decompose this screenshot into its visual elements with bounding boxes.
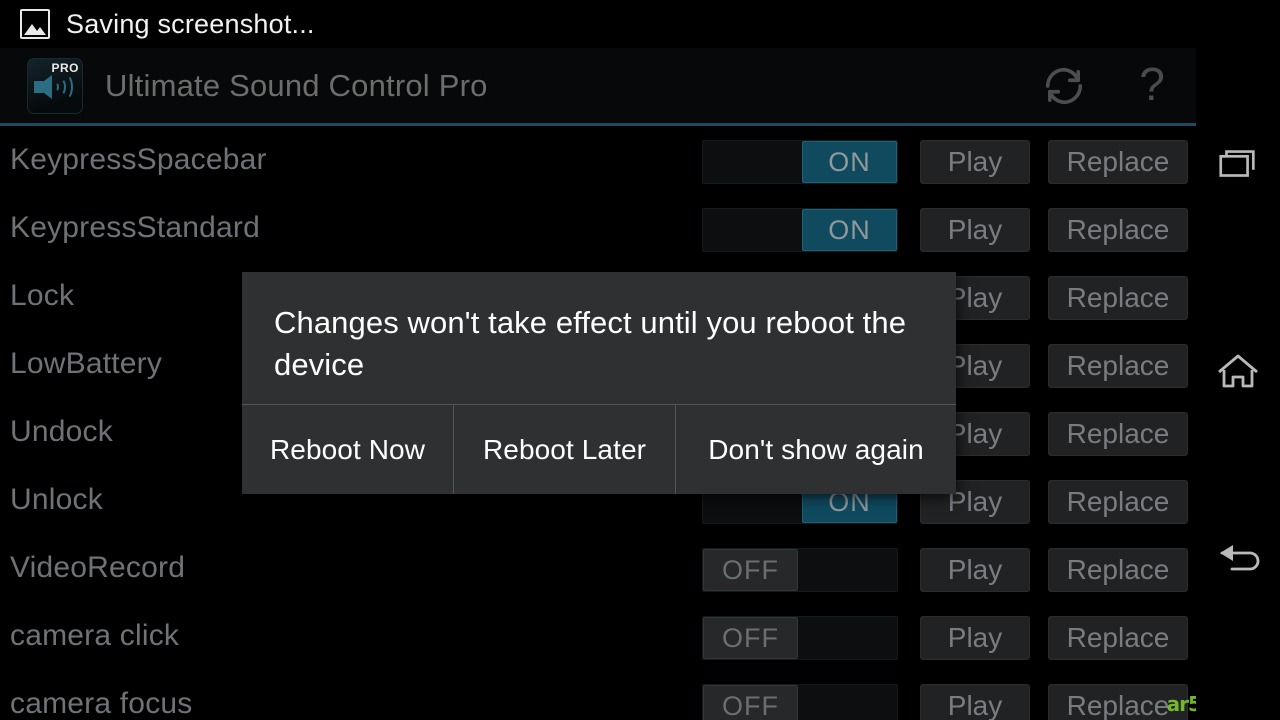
sound-toggle[interactable]: OFF: [702, 616, 898, 660]
replace-button[interactable]: Replace: [1048, 208, 1188, 252]
speaker-pro-icon: PRO: [27, 58, 83, 114]
play-button[interactable]: Play: [920, 208, 1030, 252]
sound-name: VideoRecord: [10, 551, 186, 584]
android-screen: Saving screenshot... PRO Ultimate Sound …: [0, 0, 1280, 720]
screenshot-image-icon: [20, 9, 50, 39]
toggle-thumb: OFF: [703, 685, 798, 720]
play-button[interactable]: Play: [920, 684, 1030, 720]
toggle-thumb: OFF: [703, 617, 798, 659]
table-row: KeypressStandard ON Play Replace: [0, 194, 1196, 262]
back-icon[interactable]: [1196, 515, 1280, 599]
table-row: camera focus OFF Play Replace: [0, 670, 1196, 720]
play-button[interactable]: Play: [920, 616, 1030, 660]
dont-show-again-button[interactable]: Don't show again: [676, 405, 956, 494]
refresh-icon[interactable]: [1020, 48, 1108, 124]
dialog-message: Changes won't take effect until you rebo…: [274, 305, 907, 382]
replace-button[interactable]: Replace: [1048, 548, 1188, 592]
table-row: KeypressSpacebar ON Play Replace: [0, 126, 1196, 194]
help-button[interactable]: ?: [1108, 48, 1196, 124]
sound-toggle[interactable]: ON: [702, 140, 898, 184]
play-button[interactable]: Play: [920, 548, 1030, 592]
toggle-thumb: OFF: [703, 549, 798, 591]
replace-button[interactable]: Replace: [1048, 344, 1188, 388]
sound-name: KeypressSpacebar: [10, 143, 267, 176]
sound-name: LowBattery: [10, 347, 163, 380]
recents-icon[interactable]: [1196, 122, 1280, 206]
table-row: camera click OFF Play Replace: [0, 602, 1196, 670]
action-bar: PRO Ultimate Sound Control Pro ?: [0, 48, 1196, 124]
home-icon[interactable]: [1196, 330, 1280, 414]
reboot-later-button[interactable]: Reboot Later: [454, 405, 676, 494]
sound-name: Undock: [10, 415, 113, 448]
sound-name: Lock: [10, 279, 75, 312]
sound-name: camera click: [10, 619, 180, 652]
replace-button[interactable]: Replace: [1048, 616, 1188, 660]
reboot-dialog: Changes won't take effect until you rebo…: [242, 272, 956, 494]
navigation-bar: [1196, 0, 1280, 720]
table-row: VideoRecord OFF Play Replace: [0, 534, 1196, 602]
sound-name: Unlock: [10, 483, 103, 516]
replace-button[interactable]: Replace: [1048, 276, 1188, 320]
sound-name: KeypressStandard: [10, 211, 261, 244]
replace-button[interactable]: Replace: [1048, 480, 1188, 524]
play-button[interactable]: Play: [920, 140, 1030, 184]
toggle-thumb: ON: [802, 141, 897, 183]
sound-toggle[interactable]: OFF: [702, 548, 898, 592]
replace-button[interactable]: Replace: [1048, 412, 1188, 456]
app-icon-badge: PRO: [51, 61, 79, 75]
sound-name: camera focus: [10, 687, 193, 720]
status-message: Saving screenshot...: [66, 8, 315, 39]
status-bar: Saving screenshot...: [0, 0, 1200, 48]
toggle-thumb: ON: [802, 209, 897, 251]
page-title: Ultimate Sound Control Pro: [105, 68, 488, 103]
sound-toggle[interactable]: ON: [702, 208, 898, 252]
replace-button[interactable]: Replace: [1048, 140, 1188, 184]
reboot-now-button[interactable]: Reboot Now: [242, 405, 454, 494]
sound-toggle[interactable]: OFF: [702, 684, 898, 720]
dialog-button-row: Reboot Now Reboot Later Don't show again: [242, 405, 956, 494]
